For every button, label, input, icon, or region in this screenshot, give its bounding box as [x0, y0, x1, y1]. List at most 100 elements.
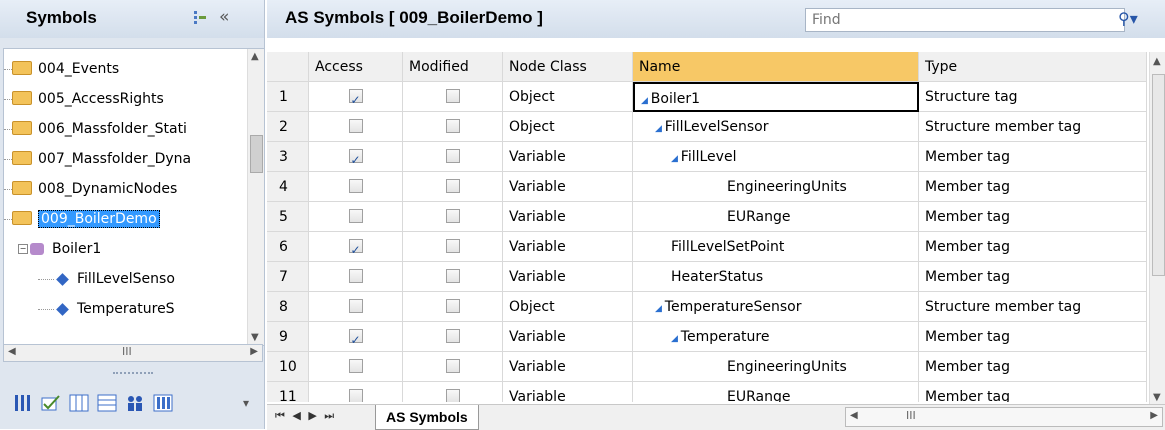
access-checkbox[interactable] [348, 179, 363, 193]
tree-node-004-events[interactable]: 004_Events [4, 57, 119, 81]
modified-cell[interactable] [403, 352, 503, 382]
collapse-node-icon[interactable]: − [18, 244, 28, 254]
tree-horizontal-scrollbar[interactable]: ◀ III ▶ [3, 344, 263, 362]
grid-horizontal-scrollbar[interactable]: ◀ III ▶ [845, 407, 1163, 427]
modified-checkbox[interactable] [445, 329, 460, 343]
tree-node-009-boilerdemo[interactable]: 009_BoilerDemo [4, 207, 160, 231]
node-class-cell[interactable]: Variable [503, 262, 633, 292]
table-row[interactable]: 1Object◢ Boiler1Structure tag [267, 82, 1147, 112]
access-cell[interactable] [309, 142, 403, 172]
users-icon[interactable] [125, 394, 145, 412]
type-cell[interactable]: Member tag [919, 142, 1147, 172]
type-cell[interactable]: Structure member tag [919, 112, 1147, 142]
access-checkbox[interactable] [348, 209, 363, 223]
row-number-cell[interactable]: 3 [267, 142, 309, 172]
name-cell[interactable]: ◢ FillLevel [633, 142, 919, 172]
modified-checkbox[interactable] [445, 179, 460, 193]
row-number-cell[interactable]: 9 [267, 322, 309, 352]
sheet-tab-as-symbols[interactable]: AS Symbols [375, 405, 479, 430]
node-class-cell[interactable]: Variable [503, 142, 633, 172]
row-number-cell[interactable]: 7 [267, 262, 309, 292]
type-cell[interactable]: Member tag [919, 352, 1147, 382]
row-number-cell[interactable]: 5 [267, 202, 309, 232]
row-number-cell[interactable]: 11 [267, 382, 309, 402]
table-row[interactable]: 3 Variable◢ FillLevelMember tag [267, 142, 1147, 172]
find-input[interactable] [805, 8, 1125, 32]
access-cell[interactable] [309, 262, 403, 292]
grid-columns-icon[interactable] [153, 394, 173, 412]
type-cell[interactable]: Member tag [919, 232, 1147, 262]
expand-arrow-icon[interactable]: ◢ [655, 124, 665, 134]
expand-arrow-icon[interactable]: ◢ [671, 334, 681, 344]
scroll-right-icon[interactable]: ▶ [250, 346, 258, 357]
scroll-down-icon[interactable]: ▼ [251, 332, 259, 343]
modified-checkbox[interactable] [445, 299, 460, 313]
modified-checkbox[interactable] [445, 359, 460, 373]
splitter-grip[interactable] [113, 372, 153, 374]
tree-node-005-accessrights[interactable]: 005_AccessRights [4, 87, 164, 111]
tree-node-007-massfolder-dynamic[interactable]: 007_Massfolder_Dyna [4, 147, 191, 171]
name-cell[interactable]: ◢ Boiler1 [633, 82, 919, 112]
symbols-grid[interactable]: Access Modified Node Class Name Type 1 Ob… [267, 52, 1147, 402]
modified-cell[interactable] [403, 142, 503, 172]
access-cell[interactable] [309, 82, 403, 112]
expand-arrow-icon[interactable]: ◢ [671, 154, 681, 164]
tree-node-filllevelsensor[interactable]: FillLevelSenso [38, 267, 175, 291]
name-cell[interactable]: ◢ Temperature [633, 322, 919, 352]
modified-cell[interactable] [403, 292, 503, 322]
table-row[interactable]: 11 Variable EURange Member tag [267, 382, 1147, 402]
row-number-cell[interactable]: 1 [267, 82, 309, 112]
modified-checkbox[interactable] [445, 239, 460, 253]
modified-checkbox[interactable] [445, 119, 460, 133]
node-class-cell[interactable]: Variable [503, 322, 633, 352]
search-icon[interactable]: ⚲▾ [1118, 9, 1138, 28]
node-class-cell[interactable]: Object [503, 82, 633, 112]
scroll-up-icon[interactable]: ▲ [1153, 56, 1161, 67]
scroll-up-icon[interactable]: ▲ [251, 51, 259, 62]
corner-cell[interactable] [267, 52, 309, 82]
type-cell[interactable]: Member tag [919, 322, 1147, 352]
access-cell[interactable] [309, 352, 403, 382]
grid-vertical-scrollbar[interactable]: ▲ ▼ [1149, 52, 1165, 407]
modified-cell[interactable] [403, 202, 503, 232]
column-header-type[interactable]: Type [919, 52, 1147, 82]
access-cell[interactable] [309, 382, 403, 402]
column-header-modified[interactable]: Modified [403, 52, 503, 82]
row-number-cell[interactable]: 8 [267, 292, 309, 322]
name-cell[interactable]: ◢ FillLevelSensor [633, 112, 919, 142]
table-row[interactable]: 4 Variable EngineeringUnits Member tag [267, 172, 1147, 202]
modified-checkbox[interactable] [445, 149, 460, 163]
type-cell[interactable]: Member tag [919, 202, 1147, 232]
tree-vertical-scrollbar[interactable]: ▲ ▼ [247, 49, 264, 345]
row-number-cell[interactable]: 4 [267, 172, 309, 202]
access-checkbox[interactable] [348, 145, 363, 171]
access-cell[interactable] [309, 202, 403, 232]
expand-arrow-icon[interactable]: ◢ [641, 96, 651, 106]
node-class-cell[interactable]: Variable [503, 202, 633, 232]
modified-checkbox[interactable] [445, 89, 460, 103]
tree-node-008-dynamicnodes[interactable]: 008_DynamicNodes [4, 177, 177, 201]
sheet-nav-buttons[interactable]: ⏮ ◀ ▶ ⏭ [275, 409, 336, 423]
toolbar-overflow-icon[interactable]: ▾ [243, 396, 249, 410]
node-class-cell[interactable]: Variable [503, 382, 633, 402]
tree-node-006-massfolder-static[interactable]: 006_Massfolder_Stati [4, 117, 187, 141]
table-row[interactable]: 7 Variable HeaterStatus Member tag [267, 262, 1147, 292]
tree-node-temperaturesensor[interactable]: TemperatureS [38, 297, 175, 321]
expand-arrow-icon[interactable]: ◢ [655, 304, 665, 314]
modified-cell[interactable] [403, 112, 503, 142]
access-checkbox[interactable] [348, 299, 363, 313]
scroll-left-icon[interactable]: ◀ [8, 346, 16, 357]
list-view-icon[interactable] [97, 394, 117, 412]
table-row[interactable]: 8 Object ◢ TemperatureSensor Structure memb… [267, 292, 1147, 322]
node-class-cell[interactable]: Object [503, 112, 633, 142]
collapse-panel-button[interactable]: « [219, 7, 229, 27]
modified-cell[interactable] [403, 172, 503, 202]
modified-checkbox[interactable] [445, 389, 460, 402]
scroll-thumb-grip[interactable]: III [122, 345, 132, 358]
column-header-name[interactable]: Name [633, 52, 919, 82]
symbol-tree[interactable]: 004_Events 005_AccessRights 006_Massfold… [3, 48, 265, 346]
type-cell[interactable]: Member tag [919, 262, 1147, 292]
table-row[interactable]: 10 Variable EngineeringUnits Member tag [267, 352, 1147, 382]
name-cell[interactable]: EngineeringUnits [633, 352, 919, 382]
access-checkbox[interactable] [348, 119, 363, 133]
